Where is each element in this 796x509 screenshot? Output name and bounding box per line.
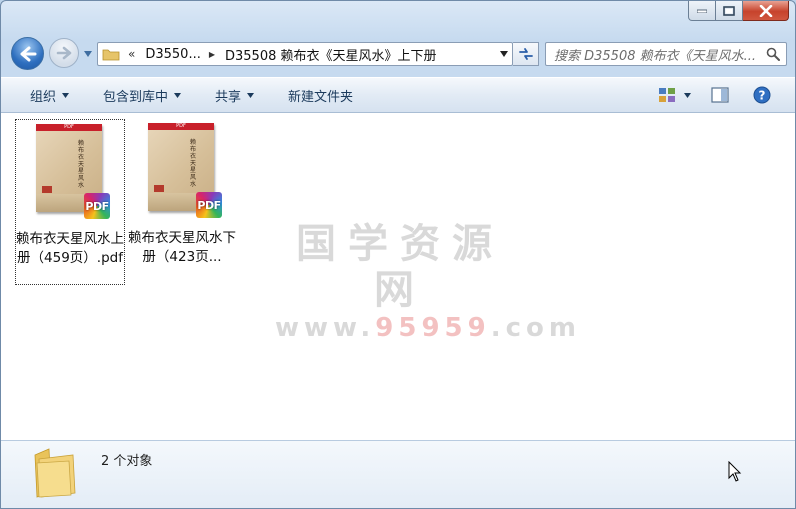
watermark-url-prefix: www. — [275, 313, 376, 343]
command-bar: 组织 包含到库中 共享 新建文件夹 ? — [1, 77, 795, 113]
share-menu[interactable]: 共享 — [215, 78, 255, 112]
cover-band: PDF — [36, 124, 102, 131]
refresh-icon — [518, 48, 533, 60]
folder-icon — [34, 448, 76, 498]
item-count: 2 个对象 — [101, 454, 153, 469]
share-label: 共享 — [215, 89, 242, 105]
new-folder-button[interactable]: 新建文件夹 — [288, 78, 353, 112]
toolbar-right: ? — [658, 78, 795, 112]
chevron-down-icon — [62, 92, 70, 98]
watermark-title: 国学资源网 — [296, 221, 504, 313]
include-library-label: 包含到库中 — [103, 89, 169, 105]
breadcrumb-parent[interactable]: D3550... — [145, 47, 201, 62]
forward-button[interactable] — [49, 38, 79, 68]
svg-text:?: ? — [759, 89, 766, 103]
close-icon — [759, 4, 772, 17]
breadcrumb-current[interactable]: D35508 赖布衣《天星风水》上下册 — [225, 45, 437, 64]
pdf-thumbnail: PDF 赖布衣天星风水 PDF — [36, 124, 110, 219]
watermark: 国学资源网 www.95959.com — [275, 221, 576, 343]
refresh-button[interactable] — [513, 42, 539, 66]
file-name[interactable]: 赖布衣天星风水上册（459页）.pdf — [16, 230, 124, 268]
navigation-bar: « D3550... ▶ D35508 赖布衣《天星风水》上下册 搜索 D355… — [1, 35, 795, 73]
address-dropdown-icon[interactable] — [500, 51, 508, 57]
search-placeholder: 搜索 D35508 赖布衣《天星风水... — [554, 48, 757, 64]
watermark-url: www.95959.com — [275, 313, 576, 343]
watermark-url-number: 95959 — [375, 313, 491, 343]
file-item[interactable]: PDF 赖布衣天星风水 PDF 赖布衣天星风水上册（459页）.pdf — [15, 119, 125, 285]
search-input[interactable]: 搜索 D35508 赖布衣《天星风水... — [545, 42, 787, 66]
search-icon[interactable] — [766, 47, 780, 61]
new-folder-label: 新建文件夹 — [288, 89, 354, 105]
pdf-thumbnail: PDF 赖布衣天星风水 PDF — [148, 123, 222, 218]
cover-title: 赖布衣天星风水 — [190, 139, 197, 188]
arrow-right-icon — [56, 46, 72, 60]
details-pane: 2 个对象 — [1, 440, 795, 508]
watermark-url-suffix: .com — [490, 313, 581, 343]
seal-mark — [154, 185, 164, 192]
maximize-button[interactable] — [716, 1, 743, 21]
breadcrumb-overflow[interactable]: « — [128, 47, 135, 61]
explorer-window: « D3550... ▶ D35508 赖布衣《天星风水》上下册 搜索 D355… — [0, 0, 796, 509]
breadcrumb-separator-icon[interactable]: ▶ — [209, 50, 215, 59]
pdf-icon: PDF — [84, 193, 110, 219]
chevron-down-icon — [247, 92, 255, 98]
organize-menu[interactable]: 组织 — [30, 78, 70, 112]
caption-buttons — [688, 1, 789, 23]
view-options-icon[interactable] — [658, 87, 676, 103]
organize-label: 组织 — [30, 89, 57, 105]
help-icon[interactable]: ? — [753, 86, 771, 104]
include-in-library-menu[interactable]: 包含到库中 — [103, 78, 182, 112]
file-item[interactable]: PDF 赖布衣天星风水 PDF 赖布衣天星风水下册（423页... — [127, 119, 237, 285]
minimize-icon — [697, 9, 707, 13]
view-dropdown-icon[interactable] — [684, 92, 691, 98]
minimize-button[interactable] — [688, 1, 716, 21]
preview-pane-icon[interactable] — [711, 87, 729, 103]
pdf-icon: PDF — [196, 192, 222, 218]
file-list[interactable]: PDF 赖布衣天星风水 PDF 赖布衣天星风水上册（459页）.pdf PDF … — [1, 113, 795, 440]
chevron-down-icon — [174, 92, 182, 98]
mouse-cursor-icon — [728, 461, 742, 482]
cover-band: PDF — [148, 123, 214, 130]
arrow-left-icon — [20, 46, 36, 61]
back-button[interactable] — [11, 37, 44, 70]
maximize-icon — [723, 5, 735, 16]
seal-mark — [42, 186, 52, 193]
cover-title: 赖布衣天星风水 — [78, 140, 85, 189]
file-name[interactable]: 赖布衣天星风水下册（423页... — [128, 229, 236, 267]
history-dropdown-icon[interactable] — [83, 50, 93, 58]
folder-icon — [102, 49, 120, 61]
address-bar[interactable]: « D3550... ▶ D35508 赖布衣《天星风水》上下册 — [97, 42, 513, 66]
close-button[interactable] — [743, 1, 789, 21]
